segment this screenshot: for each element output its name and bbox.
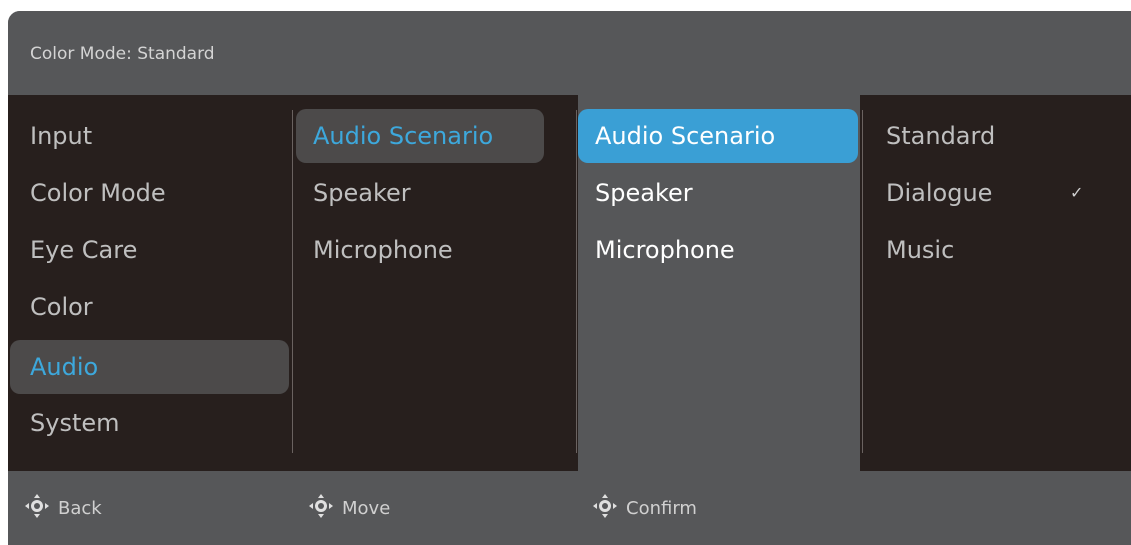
main-menu: Input Color Mode Eye Care Color Audio Sy… <box>8 95 292 471</box>
menu-item-color[interactable]: Color <box>10 280 289 334</box>
hint-confirm-label: Confirm <box>626 497 697 519</box>
hint-move: Move <box>306 493 391 519</box>
audio-submenu: Audio Scenario Speaker Microphone <box>293 95 577 471</box>
option-dialogue[interactable]: Dialogue ✓ <box>860 166 1120 220</box>
menu-item-color-mode[interactable]: Color Mode <box>10 166 289 220</box>
joystick-icon <box>22 491 52 526</box>
focus-item-speaker[interactable]: Speaker <box>578 166 858 220</box>
hint-confirm: Confirm <box>590 493 697 519</box>
option-music[interactable]: Music <box>860 223 1120 277</box>
checkmark-icon: ✓ <box>1070 183 1084 202</box>
hint-back: Back <box>22 493 102 519</box>
osd-header: Color Mode: Standard <box>8 11 1131 95</box>
submenu-item-speaker[interactable]: Speaker <box>296 166 544 220</box>
column-divider <box>862 110 863 453</box>
color-mode-status: Color Mode: Standard <box>30 44 215 64</box>
option-dialogue-label: Dialogue <box>886 179 993 207</box>
joystick-icon <box>590 491 620 526</box>
focus-item-microphone[interactable]: Microphone <box>578 223 858 277</box>
menu-item-input[interactable]: Input <box>10 109 289 163</box>
osd-body: Input Color Mode Eye Care Color Audio Sy… <box>8 95 1131 471</box>
menu-item-eye-care[interactable]: Eye Care <box>10 223 289 277</box>
column-divider <box>576 110 577 453</box>
joystick-icon <box>306 491 336 526</box>
hint-back-label: Back <box>58 497 102 519</box>
osd-footer: Back Move Confirm <box>8 471 1131 545</box>
menu-item-system[interactable]: System <box>10 396 289 450</box>
hint-move-label: Move <box>342 497 391 519</box>
option-standard[interactable]: Standard <box>860 109 1120 163</box>
submenu-item-audio-scenario[interactable]: Audio Scenario <box>296 109 544 163</box>
focus-item-audio-scenario[interactable]: Audio Scenario <box>578 109 858 163</box>
submenu-item-microphone[interactable]: Microphone <box>296 223 544 277</box>
audio-focus-list: Audio Scenario Speaker Microphone <box>578 95 860 471</box>
menu-item-audio[interactable]: Audio <box>10 340 289 394</box>
scenario-options: Standard Dialogue ✓ Music <box>860 95 1131 471</box>
osd-menu: Color Mode: Standard Input Color Mode Ey… <box>8 11 1131 545</box>
